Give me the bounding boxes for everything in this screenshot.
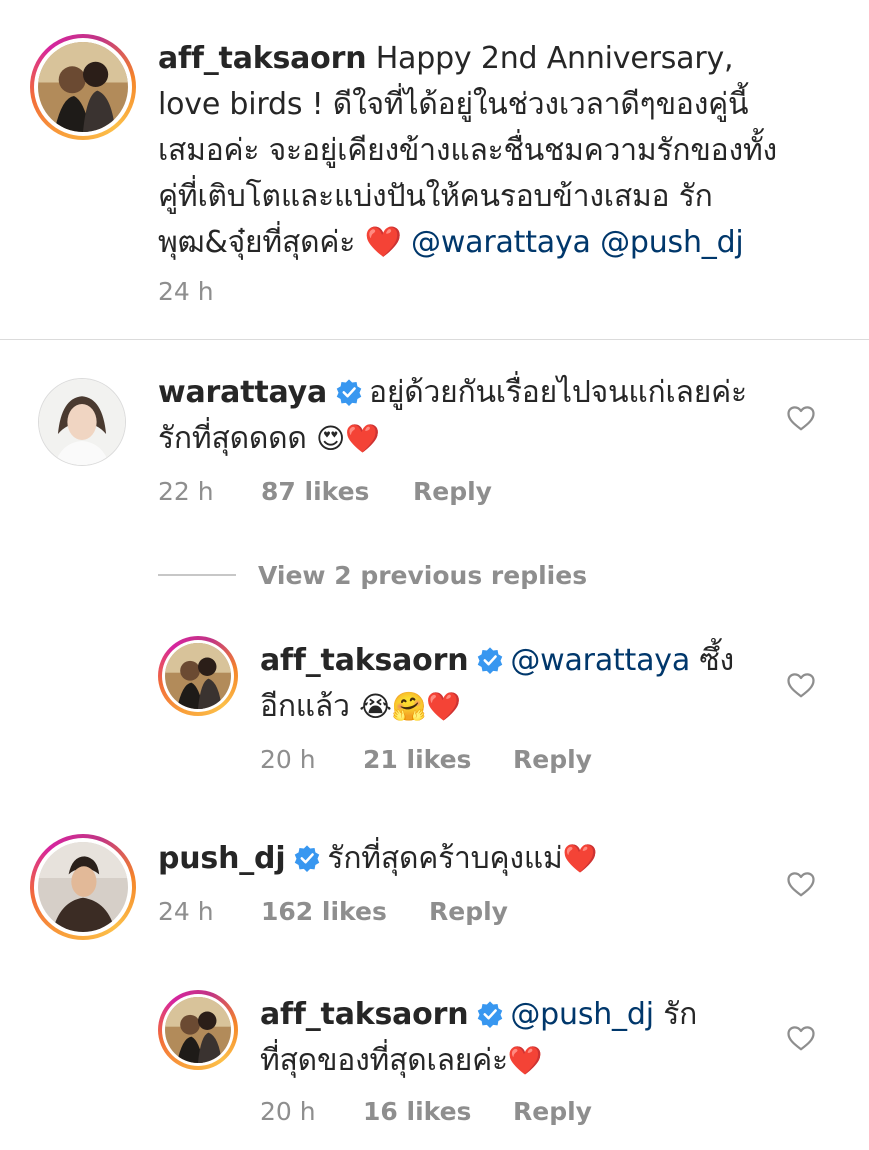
heart-outline-icon[interactable] bbox=[786, 404, 816, 432]
comment-emojis: 😍❤️ bbox=[316, 422, 380, 455]
view-previous-replies[interactable]: View 2 previous replies bbox=[158, 558, 587, 592]
avatar-aff-taksaorn[interactable] bbox=[158, 636, 238, 716]
avatar-photo bbox=[165, 643, 231, 709]
divider bbox=[0, 339, 869, 340]
comment-meta: 24 h 162 likes Reply bbox=[158, 896, 508, 928]
likes-count[interactable]: 162 likes bbox=[261, 896, 429, 928]
avatar-aff-taksaorn[interactable] bbox=[158, 990, 238, 1070]
avatar-photo bbox=[38, 42, 128, 132]
heart-emoji: ❤️ bbox=[364, 225, 402, 260]
comment-emojis: ❤️ bbox=[562, 842, 598, 875]
verified-badge-icon bbox=[336, 379, 362, 406]
reply-mention[interactable]: @push_dj bbox=[510, 997, 654, 1032]
comment-meta: 22 h 87 likes Reply bbox=[158, 476, 492, 508]
comment-body: รักที่สุดคร้าบคุงแม่ bbox=[327, 841, 563, 876]
reply-text: aff_taksaorn @push_dj รักที่สุดของที่สุดเ… bbox=[260, 992, 750, 1084]
reply-button[interactable]: Reply bbox=[513, 744, 592, 776]
likes-count[interactable]: 21 likes bbox=[363, 744, 513, 776]
comment-text: push_dj รักที่สุดคร้าบคุงแม่❤️ bbox=[158, 836, 778, 882]
avatar-photo bbox=[39, 379, 125, 465]
view-replies-label[interactable]: View 2 previous replies bbox=[258, 561, 587, 590]
avatar-photo bbox=[38, 842, 128, 932]
likes-count[interactable]: 87 likes bbox=[261, 476, 413, 508]
reply-button[interactable]: Reply bbox=[513, 1096, 592, 1128]
caption-username[interactable]: aff_taksaorn bbox=[158, 41, 367, 76]
reply-time: 20 h bbox=[260, 745, 316, 774]
comment-username[interactable]: push_dj bbox=[158, 841, 286, 876]
caption-text: aff_taksaorn Happy 2nd Anniversary, love… bbox=[158, 36, 788, 266]
avatar-photo bbox=[165, 997, 231, 1063]
reply-time: 20 h bbox=[260, 1097, 316, 1126]
caption-mention-push-dj[interactable]: @push_dj bbox=[600, 225, 744, 260]
reply-button[interactable]: Reply bbox=[429, 896, 508, 928]
verified-badge-icon bbox=[478, 1001, 503, 1028]
comment-text: warattaya อยู่ด้วยกันเรื่อยไปจนแก่เลยค่ะ … bbox=[158, 370, 778, 462]
heart-outline-icon[interactable] bbox=[786, 870, 816, 898]
reply-emojis: 😭🤗❤️ bbox=[359, 690, 461, 723]
reply-meta: 20 h 21 likes Reply bbox=[260, 744, 592, 776]
verified-badge-icon bbox=[295, 845, 320, 872]
comment-time: 22 h bbox=[158, 477, 214, 506]
avatar-aff-taksaorn[interactable] bbox=[30, 34, 136, 140]
reply-emojis: ❤️ bbox=[507, 1044, 543, 1077]
caption-time: 24 h bbox=[158, 277, 214, 306]
avatar-warattaya[interactable] bbox=[38, 378, 126, 466]
comment-time: 24 h bbox=[158, 897, 214, 926]
avatar-push-dj[interactable] bbox=[30, 834, 136, 940]
caption-mention-warattaya[interactable]: @warattaya bbox=[411, 225, 591, 260]
heart-outline-icon[interactable] bbox=[786, 1024, 816, 1052]
caption-meta: 24 h bbox=[158, 276, 214, 308]
likes-count[interactable]: 16 likes bbox=[363, 1096, 513, 1128]
replies-divider-line bbox=[158, 574, 236, 576]
reply-username[interactable]: aff_taksaorn bbox=[260, 643, 469, 678]
reply-meta: 20 h 16 likes Reply bbox=[260, 1096, 592, 1128]
comment-username[interactable]: warattaya bbox=[158, 375, 327, 410]
reply-button[interactable]: Reply bbox=[413, 476, 492, 508]
heart-outline-icon[interactable] bbox=[786, 671, 816, 699]
reply-mention[interactable]: @warattaya bbox=[510, 643, 690, 678]
reply-username[interactable]: aff_taksaorn bbox=[260, 997, 469, 1032]
reply-text: aff_taksaorn @warattaya ซึ้งอีกแล้ว 😭🤗❤️ bbox=[260, 638, 750, 730]
verified-badge-icon bbox=[478, 647, 503, 674]
